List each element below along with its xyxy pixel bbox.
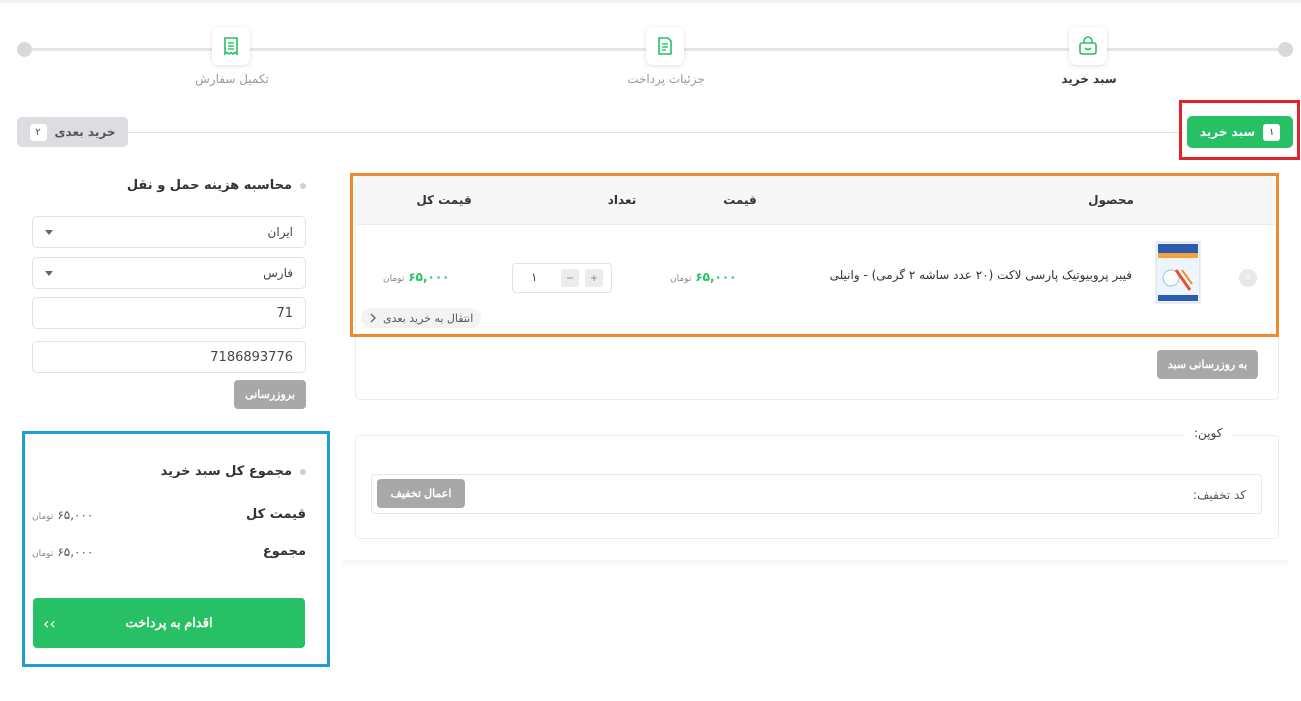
chevron-down-icon	[45, 229, 53, 235]
subtotal-label: قیمت کل	[246, 507, 306, 522]
totals-row-total: مجموع ۶۵,۰۰۰ تومان	[32, 544, 306, 559]
shipping-title-text: محاسبه هزینه حمل و نقل	[126, 178, 292, 193]
postcode-input[interactable]: 7186893776	[32, 341, 306, 373]
tab-next-cart-label: خرید بعدی	[54, 125, 116, 139]
subtotal-amount: ۶۵,۰۰۰	[57, 507, 94, 522]
coupon-legend: کوپن:	[1184, 426, 1233, 440]
step-label-payment[interactable]: جزئیات پرداخت	[627, 72, 705, 86]
chevron-left-icon: ‹‹	[43, 614, 56, 633]
total-amount: ۶۵,۰۰۰	[57, 544, 94, 559]
province-value: فارس	[263, 266, 293, 280]
step-payment-icon-box[interactable]	[646, 27, 684, 65]
tab-next-cart[interactable]: خرید بعدی ۲	[17, 117, 128, 147]
progress-end-dot	[1278, 42, 1293, 57]
tab-next-cart-count: ۲	[29, 123, 47, 141]
totals-row-subtotal: قیمت کل ۶۵,۰۰۰ تومان	[32, 507, 306, 522]
coupon-label: کد تخفیف:	[1192, 488, 1246, 502]
chevron-down-icon	[45, 270, 53, 276]
totals-title: مجموع کل سبد خرید	[161, 464, 306, 479]
coupon-input[interactable]	[371, 474, 1262, 514]
receipt-icon	[224, 37, 238, 56]
document-icon	[658, 37, 672, 55]
totals-title-text: مجموع کل سبد خرید	[160, 464, 292, 479]
shipping-title: محاسبه هزینه حمل و نقل	[127, 178, 306, 193]
step-complete-icon-box[interactable]	[212, 27, 250, 65]
checkout-button[interactable]: اقدام به پرداخت	[33, 598, 305, 648]
shipping-bullet-icon	[300, 182, 306, 189]
country-select[interactable]: ایران	[32, 216, 306, 248]
subtotal-value: ۶۵,۰۰۰ تومان	[32, 508, 93, 522]
top-border	[0, 0, 1301, 3]
progress-start-dot	[17, 42, 32, 57]
subtotal-currency: تومان	[32, 511, 54, 522]
card-shadow	[343, 560, 1288, 568]
country-value: ایران	[267, 225, 293, 239]
page: سبد خرید جزئیات پرداخت تکمیل سفارش ۱ سبد…	[0, 0, 1301, 701]
apply-coupon-button[interactable]: اعمال تخفیف	[377, 479, 465, 508]
tabs-divider	[128, 132, 1183, 133]
update-shipping-button[interactable]: بروزرسانی	[234, 380, 306, 409]
total-label: مجموع	[262, 544, 306, 559]
shopping-bag-icon	[1079, 36, 1097, 55]
total-value: ۶۵,۰۰۰ تومان	[32, 545, 93, 559]
checkout-label: اقدام به پرداخت	[125, 615, 213, 630]
highlight-cart-tab	[1179, 100, 1300, 160]
step-label-complete[interactable]: تکمیل سفارش	[195, 72, 269, 86]
highlight-cart-table	[350, 173, 1279, 337]
city-input[interactable]: 71	[32, 297, 306, 329]
total-currency: تومان	[32, 548, 54, 559]
step-cart-icon-box[interactable]	[1069, 27, 1107, 65]
step-label-cart[interactable]: سبد خرید	[1061, 72, 1116, 86]
update-cart-button[interactable]: به روزرسانی سبد	[1157, 350, 1258, 379]
totals-bullet-icon	[300, 468, 306, 475]
province-select[interactable]: فارس	[32, 257, 306, 289]
